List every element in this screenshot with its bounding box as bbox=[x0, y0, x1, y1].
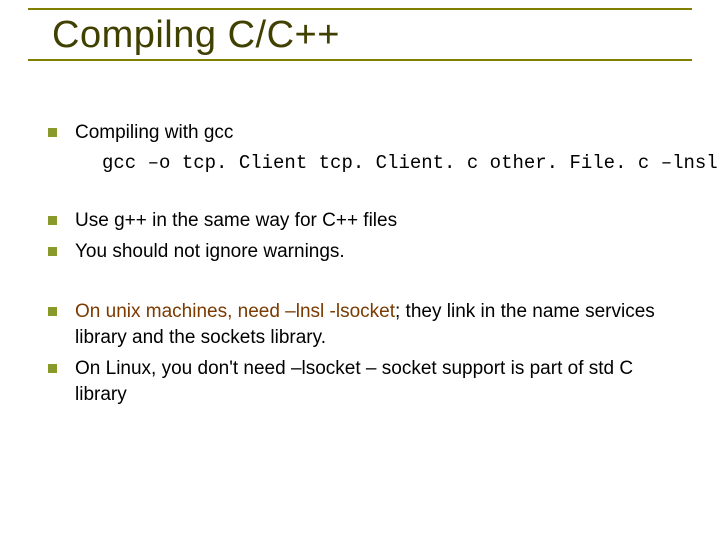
item-text: On Linux, you don't need –lsocket – sock… bbox=[75, 356, 680, 407]
list-item: Use g++ in the same way for C++ files bbox=[48, 208, 680, 234]
square-bullet-icon bbox=[48, 364, 57, 373]
title-rule-top bbox=[28, 8, 692, 10]
code-line: gcc –o tcp. Client tcp. Client. c other.… bbox=[102, 152, 680, 174]
slide-body: Compiling with gcc gcc –o tcp. Client tc… bbox=[48, 120, 680, 441]
list-item: On unix machines, need –lnsl -lsocket; t… bbox=[48, 299, 680, 350]
item-text: Compiling with gcc bbox=[75, 120, 680, 146]
item-text: You should not ignore warnings. bbox=[75, 239, 680, 265]
square-bullet-icon bbox=[48, 128, 57, 137]
highlight-text: On unix machines, need –lnsl -lsocket bbox=[75, 301, 395, 322]
title-rule-bottom bbox=[28, 59, 692, 61]
bullet-group: Compiling with gcc gcc –o tcp. Client tc… bbox=[48, 120, 680, 174]
item-text: Use g++ in the same way for C++ files bbox=[75, 208, 680, 234]
square-bullet-icon bbox=[48, 247, 57, 256]
list-item: On Linux, you don't need –lsocket – sock… bbox=[48, 356, 680, 407]
title-block: Compilng C/C++ bbox=[28, 8, 692, 61]
item-text: On unix machines, need –lnsl -lsocket; t… bbox=[75, 299, 680, 350]
bullet-group: Use g++ in the same way for C++ files Yo… bbox=[48, 208, 680, 265]
slide-title: Compilng C/C++ bbox=[52, 14, 692, 57]
list-item: You should not ignore warnings. bbox=[48, 239, 680, 265]
square-bullet-icon bbox=[48, 216, 57, 225]
list-item: Compiling with gcc bbox=[48, 120, 680, 146]
square-bullet-icon bbox=[48, 307, 57, 316]
bullet-group: On unix machines, need –lnsl -lsocket; t… bbox=[48, 299, 680, 408]
